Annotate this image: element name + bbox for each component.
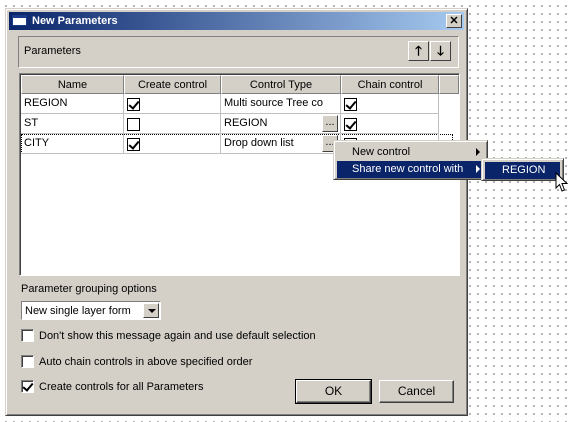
menu-item-share-new-control[interactable]: Share new control with (337, 161, 484, 178)
window-title: New Parameters (32, 15, 118, 27)
move-down-button[interactable]: 🡓 (430, 41, 451, 61)
cancel-button[interactable]: Cancel (379, 380, 454, 403)
mouse-cursor-icon (555, 172, 569, 192)
cell-name[interactable]: REGION (21, 94, 124, 114)
dont-show-again-checkbox[interactable] (21, 329, 34, 342)
menu-item-label: Share new control with (352, 163, 464, 175)
cell-control-type[interactable]: Multi source Tree co (221, 94, 341, 114)
chevron-down-icon[interactable] (143, 303, 159, 318)
title-bar[interactable]: New Parameters ✕ (9, 12, 464, 30)
grouping-options-select[interactable]: New single layer form (21, 301, 161, 320)
cell-name[interactable]: ST (21, 114, 124, 134)
parameters-label: Parameters (24, 45, 81, 57)
column-header-control-type[interactable]: Control Type (221, 75, 341, 94)
cell-chain-control (341, 94, 439, 114)
menu-item-label: New control (352, 146, 411, 158)
new-parameters-dialog: New Parameters ✕ Parameters 🡑 🡓 Name Cre… (5, 8, 468, 416)
control-type-value: Drop down list (224, 137, 294, 149)
column-header-name[interactable]: Name (21, 75, 124, 94)
create-control-checkbox[interactable] (127, 118, 140, 131)
cell-control-type[interactable]: Drop down list ... (221, 134, 341, 154)
close-button[interactable]: ✕ (446, 14, 462, 28)
menu-item-new-control[interactable]: New control (337, 144, 484, 161)
dont-show-again-label[interactable]: Don't show this message again and use de… (39, 330, 316, 342)
submenu: REGION (481, 158, 564, 181)
table-row[interactable]: ST REGION ... (21, 114, 453, 134)
move-up-button[interactable]: 🡑 (408, 41, 429, 61)
grouping-options-label: Parameter grouping options (21, 283, 157, 295)
chain-control-checkbox[interactable] (344, 118, 357, 131)
submenu-item-region[interactable]: REGION (485, 162, 560, 179)
cell-control-type[interactable]: REGION ... (221, 114, 341, 134)
create-all-controls-label[interactable]: Create controls for all Parameters (39, 381, 203, 393)
context-menu: New control Share new control with (333, 140, 488, 180)
cell-name[interactable]: CITY (21, 134, 124, 154)
submenu-arrow-icon (476, 165, 480, 173)
cell-create-control (124, 94, 221, 114)
auto-chain-label[interactable]: Auto chain controls in above specified o… (39, 356, 252, 368)
control-type-value: REGION (224, 117, 268, 129)
grouping-options-value: New single layer form (25, 305, 131, 317)
control-type-value: Multi source Tree co (224, 97, 324, 109)
auto-chain-checkbox[interactable] (21, 355, 34, 368)
cell-create-control (124, 134, 221, 154)
table-row[interactable]: REGION Multi source Tree co (21, 94, 453, 114)
arrow-down-icon: 🡓 (437, 43, 444, 58)
grid-header: Name Create control Control Type Chain c… (21, 75, 459, 94)
submenu-arrow-icon (476, 148, 480, 156)
create-control-checkbox[interactable] (127, 138, 140, 151)
column-header-create-control[interactable]: Create control (124, 75, 221, 94)
arrow-up-icon: 🡑 (415, 43, 422, 58)
chain-control-checkbox[interactable] (344, 98, 357, 111)
control-type-ellipsis-button[interactable]: ... (322, 115, 338, 132)
create-control-checkbox[interactable] (127, 98, 140, 111)
parameters-panel: Parameters 🡑 🡓 (18, 36, 459, 68)
ok-button[interactable]: OK (295, 379, 372, 404)
column-header-chain-control[interactable]: Chain control (341, 75, 439, 94)
create-all-controls-checkbox[interactable] (21, 380, 34, 393)
cell-create-control (124, 114, 221, 134)
column-header-filler (439, 75, 459, 94)
cell-chain-control (341, 114, 439, 134)
window-icon (12, 15, 27, 26)
